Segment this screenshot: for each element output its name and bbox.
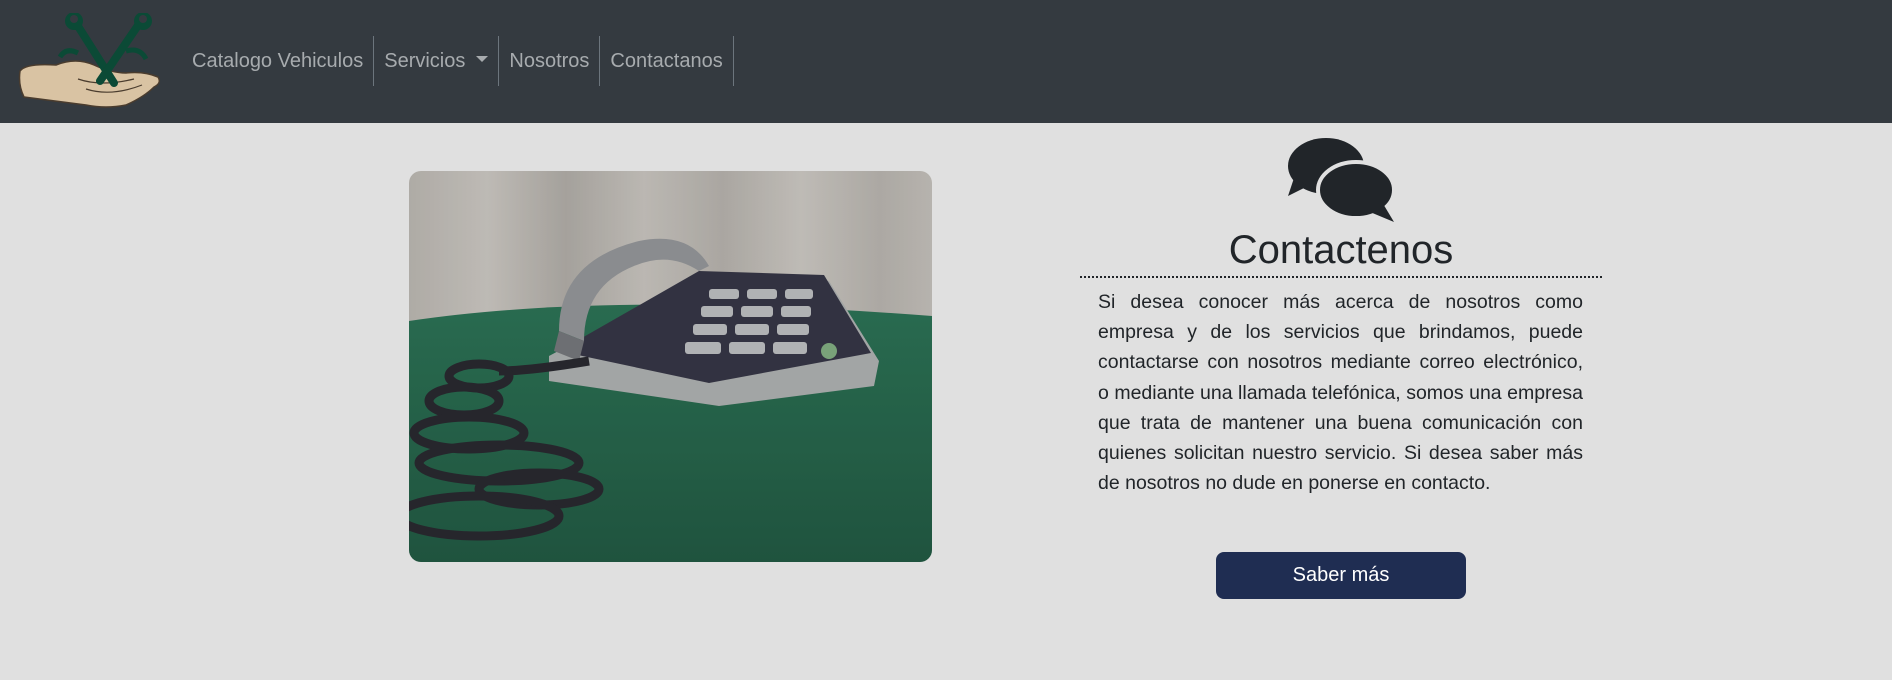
telephone-photo-icon (409, 171, 932, 562)
nav-link-label: Nosotros (509, 49, 590, 72)
nav-link-label: Servicios (384, 49, 466, 72)
nav-link-label: Catalogo Vehiculos (192, 49, 364, 72)
contact-photo (409, 171, 932, 562)
contact-description: Si desea conocer más acerca de nosotros … (1098, 291, 1583, 495)
hand-wrench-logo-icon (18, 12, 161, 108)
nav-link-contactanos[interactable]: Contactanos (600, 36, 734, 86)
nav-link-nosotros[interactable]: Nosotros (499, 36, 601, 86)
caret-down-icon (476, 56, 489, 62)
navbar: Catalogo Vehiculos Servicios Nosotros Co… (0, 0, 1892, 123)
brand-logo[interactable] (16, 12, 166, 109)
saber-mas-button[interactable]: Saber más (1216, 552, 1466, 599)
nav-dropdown-servicios[interactable]: Servicios (374, 36, 500, 86)
contact-title: Contactenos (1080, 224, 1602, 278)
nav-menu: Catalogo Vehiculos Servicios Nosotros Co… (183, 36, 734, 86)
nav-link-label: Contactanos (610, 49, 723, 72)
nav-link-catalogo-vehiculos[interactable]: Catalogo Vehiculos (183, 36, 375, 86)
comments-icon (1286, 138, 1396, 223)
